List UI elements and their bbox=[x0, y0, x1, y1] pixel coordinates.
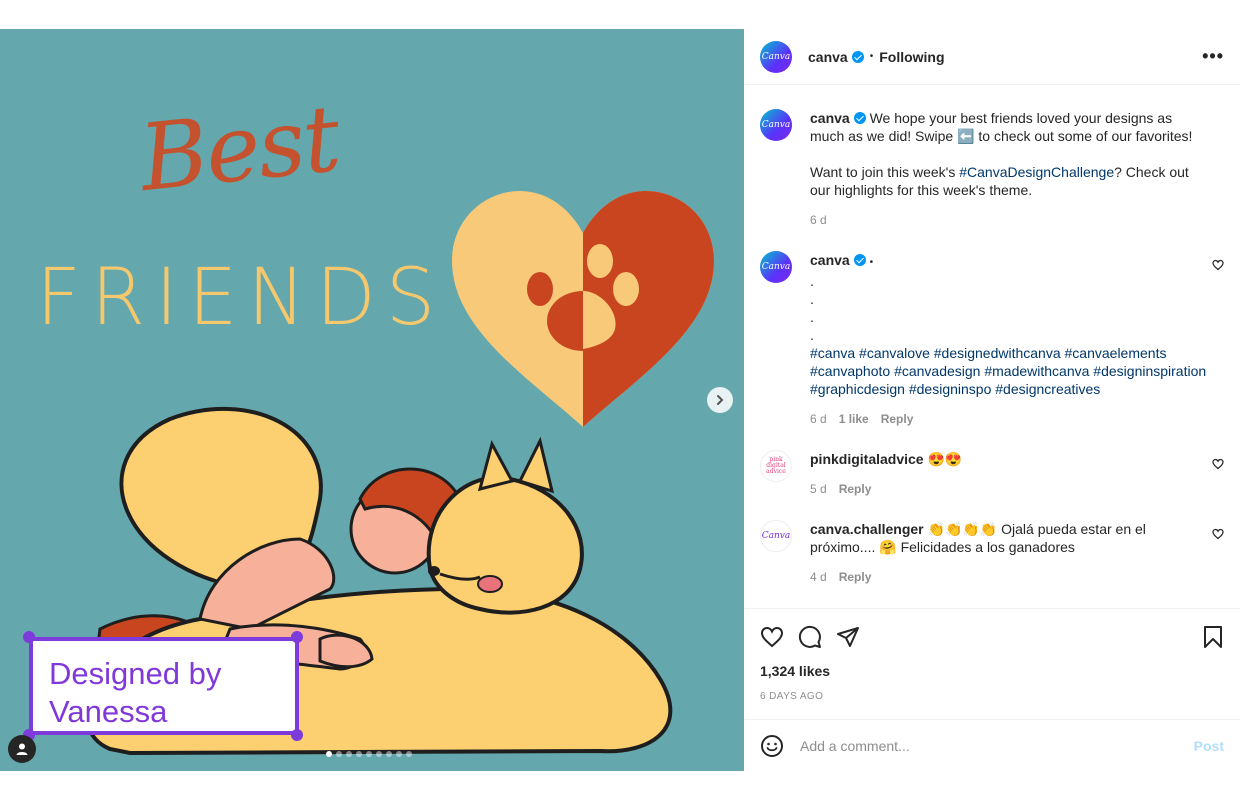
comment-body: canva • . . . . #canva #canvalove #desig… bbox=[810, 251, 1210, 428]
comment: pink digital advice pinkdigitaladvice 😍😍… bbox=[760, 450, 1224, 498]
comment-body: pinkdigitaladvice 😍😍 5 d Reply bbox=[810, 450, 1210, 498]
following-button[interactable]: Following bbox=[879, 49, 944, 65]
avatar-label: Canva bbox=[761, 531, 791, 541]
carousel-indicator bbox=[326, 751, 412, 757]
caption-text-2: Want to join this week's bbox=[810, 164, 960, 180]
verified-icon bbox=[853, 112, 866, 124]
comment-meta: 6 d 1 like Reply bbox=[810, 410, 1210, 428]
avatar[interactable]: Canva bbox=[760, 40, 792, 73]
likes-count[interactable]: 1,324 likes bbox=[760, 663, 1224, 679]
heart-icon[interactable] bbox=[1212, 528, 1224, 540]
separator-dot: • bbox=[869, 51, 874, 62]
comments-list: Canva canva We hope your best friends lo… bbox=[744, 85, 1240, 609]
post-date[interactable]: 6 DAYS AGO bbox=[760, 691, 1224, 702]
avatar-label: Canva bbox=[761, 51, 791, 62]
comment-username[interactable]: canva bbox=[810, 252, 850, 268]
comment-username[interactable]: pinkdigitaladvice bbox=[810, 451, 924, 467]
comment-dot-line: . bbox=[810, 327, 814, 343]
post-actions: 1,324 likes 6 DAYS AGO bbox=[744, 609, 1240, 702]
post-comment-button[interactable]: Post bbox=[1194, 738, 1224, 754]
comment-dot: • bbox=[869, 257, 874, 268]
avatar-label: Canva bbox=[761, 120, 791, 130]
carousel-dot bbox=[336, 751, 342, 757]
reply-button[interactable]: Reply bbox=[839, 568, 872, 586]
comment: Canva canva.challenger 👏👏👏👏 Ojalá pueda … bbox=[760, 520, 1224, 586]
carousel-dot bbox=[346, 751, 352, 757]
verified-icon bbox=[851, 50, 864, 63]
action-icons bbox=[760, 621, 1224, 653]
dog-head bbox=[426, 475, 584, 615]
reply-button[interactable]: Reply bbox=[839, 480, 872, 498]
comment-input[interactable] bbox=[800, 737, 1194, 754]
credit-line-1: Designed by bbox=[49, 656, 222, 691]
likes-count-link[interactable]: 1 like bbox=[839, 410, 869, 428]
title-friends: FRIENDS bbox=[36, 253, 446, 343]
comment-meta: 4 d Reply bbox=[810, 568, 1150, 586]
carousel-dot bbox=[366, 751, 372, 757]
hashtag-link[interactable]: #CanvaDesignChallenge bbox=[959, 164, 1114, 180]
avatar[interactable]: Canva bbox=[760, 251, 792, 283]
comment-text: 😍😍 bbox=[927, 451, 963, 467]
comment-meta: 5 d Reply bbox=[810, 480, 1210, 498]
credit-line-2: Vanessa bbox=[49, 694, 168, 729]
comment-icon[interactable] bbox=[798, 625, 822, 649]
caption-text: We hope your best friends loved your des… bbox=[810, 110, 1193, 144]
comment-body: canva.challenger 👏👏👏👏 Ojalá pueda estar … bbox=[810, 520, 1150, 586]
carousel-dot bbox=[376, 751, 382, 757]
timestamp[interactable]: 6 d bbox=[810, 211, 827, 229]
verified-icon bbox=[853, 254, 866, 266]
title-best: Best bbox=[134, 84, 344, 213]
avatar-label: Canva bbox=[761, 262, 791, 272]
comment-username[interactable]: canva.challenger bbox=[810, 521, 924, 537]
carousel-dot bbox=[386, 751, 392, 757]
caption-meta: 6 d bbox=[810, 211, 1210, 229]
caption: Canva canva We hope your best friends lo… bbox=[760, 109, 1224, 229]
tagged-users-button[interactable] bbox=[8, 735, 36, 763]
carousel-dot bbox=[406, 751, 412, 757]
comment-hashtags[interactable]: #canva #canvalove #designedwithcanva #ca… bbox=[810, 344, 1210, 398]
heart-icon[interactable] bbox=[1212, 458, 1224, 470]
avatar-label: pink digital advice bbox=[766, 456, 786, 475]
heart-icon[interactable] bbox=[760, 625, 784, 649]
share-icon[interactable] bbox=[836, 625, 860, 649]
designer-credit: Designed by Vanessa bbox=[29, 637, 299, 735]
avatar[interactable]: Canva bbox=[760, 109, 792, 141]
emoji-icon[interactable] bbox=[760, 734, 784, 758]
carousel-dot bbox=[396, 751, 402, 757]
avatar[interactable]: pink digital advice bbox=[760, 450, 792, 482]
post-header: Canva canva • Following ••• bbox=[744, 29, 1240, 85]
bookmark-icon[interactable] bbox=[1202, 625, 1224, 649]
chevron-right-icon bbox=[717, 395, 724, 405]
selection-handle bbox=[291, 729, 303, 741]
comment-dot-line: . bbox=[810, 291, 814, 307]
post-side-panel: Canva canva • Following ••• Canva canva … bbox=[744, 29, 1240, 771]
selection-handle bbox=[23, 631, 35, 643]
carousel-dot bbox=[326, 751, 332, 757]
avatar[interactable]: Canva bbox=[760, 520, 792, 552]
caption-username[interactable]: canva bbox=[810, 110, 850, 126]
timestamp[interactable]: 4 d bbox=[810, 568, 827, 586]
next-slide-button[interactable] bbox=[707, 387, 733, 413]
comment-dot-line: . bbox=[810, 273, 814, 289]
caption-paragraph-2: Want to join this week's #CanvaDesignCha… bbox=[810, 163, 1210, 199]
user-tag-icon bbox=[16, 743, 28, 755]
post-media: Best FRIENDS Designed by Vanessa bbox=[0, 29, 744, 771]
timestamp[interactable]: 5 d bbox=[810, 480, 827, 498]
selection-handle bbox=[291, 631, 303, 643]
more-icon[interactable]: ••• bbox=[1202, 46, 1224, 67]
add-comment-bar: Post bbox=[744, 719, 1240, 771]
comment: Canva canva • . . . . #canva #canvalove … bbox=[760, 251, 1224, 428]
comment-dot-line: . bbox=[810, 309, 814, 325]
carousel-dot bbox=[356, 751, 362, 757]
heart-icon[interactable] bbox=[1212, 259, 1224, 271]
timestamp[interactable]: 6 d bbox=[810, 410, 827, 428]
caption-body: canva We hope your best friends loved yo… bbox=[810, 109, 1210, 229]
reply-button[interactable]: Reply bbox=[881, 410, 914, 428]
header-username[interactable]: canva bbox=[808, 49, 848, 65]
